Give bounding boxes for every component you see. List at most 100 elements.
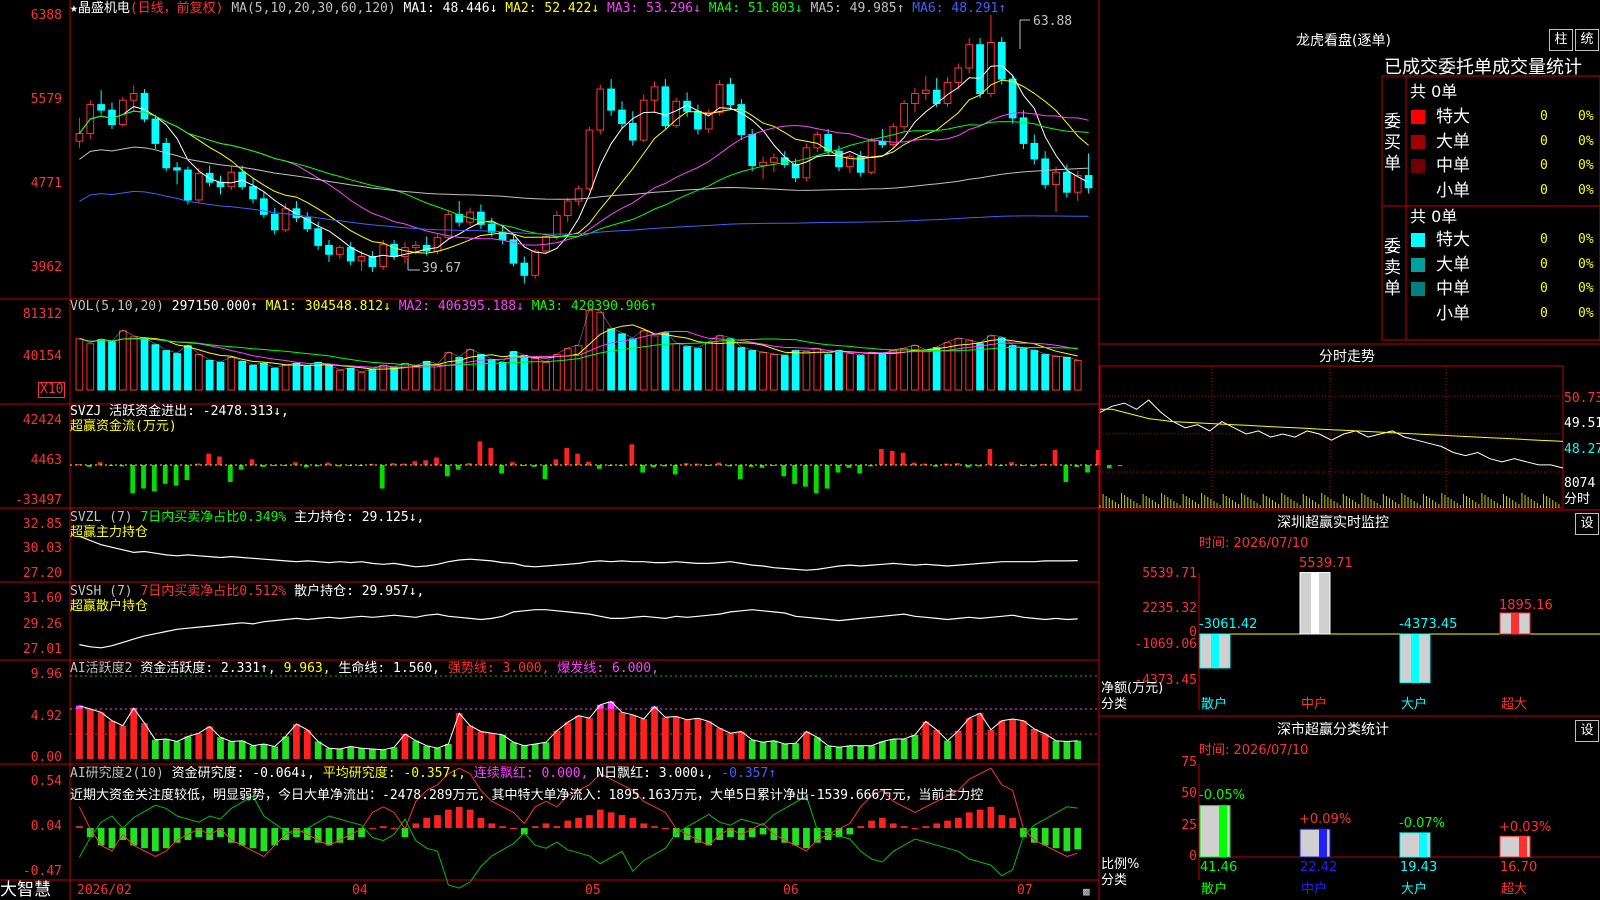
sell_rows-swatch-0 [1411, 233, 1425, 247]
buy_rows-count-2: 0 [1540, 158, 1548, 173]
candle-0 [75, 132, 84, 142]
svzj-bar-52 [640, 465, 646, 473]
sell_rows-pct-3: 0% [1578, 305, 1594, 321]
ai1-bar-20 [293, 724, 300, 759]
ai1-bar-58 [705, 721, 713, 759]
sz-monitor-settings-button[interactable]: 设 [1575, 513, 1599, 535]
buy_rows-name-0: 特大 [1436, 107, 1470, 127]
lock-icon[interactable]: ▩ [1083, 884, 1090, 900]
ai1-bar-73 [868, 745, 875, 759]
date-tick-may: 05 [585, 883, 601, 898]
candle-82 [965, 44, 974, 69]
ai2-bar-72 [857, 826, 865, 828]
vol-bar-61 [737, 347, 746, 391]
sell_rows-count-3: 0 [1540, 305, 1548, 321]
svzj-bar-61 [737, 465, 743, 480]
x10-button[interactable]: X10 [38, 382, 66, 398]
svsh-subtitle: 超赢散户持仓 [70, 599, 149, 614]
date-tick-jun: 06 [783, 883, 799, 898]
buy_rows-name-1: 大单 [1436, 131, 1470, 152]
buy_rows-swatch-0 [1411, 110, 1425, 124]
ai2-bar-79 [933, 823, 941, 828]
buy_rows-pct-3: 0% [1578, 182, 1594, 198]
ai2-bar-34 [444, 809, 452, 828]
ai1-line-seg-3: 生命线: 1.560, [338, 661, 448, 676]
vol-bar-36 [466, 349, 474, 391]
svzj-bar-39 [499, 465, 504, 474]
vol-bar-21 [303, 365, 312, 391]
ai2-bar-90 [1052, 828, 1060, 849]
svzj-bar-44 [553, 459, 559, 465]
bar-toggle-button[interactable]: 柱 [1549, 29, 1573, 51]
vol-bar-24 [335, 369, 344, 391]
candle-18 [270, 213, 279, 231]
ai1-bar-67 [803, 731, 810, 759]
sell-orders-label: 委卖单 [1384, 237, 1401, 299]
fl-stat-settings-button[interactable]: 设 [1575, 720, 1599, 742]
vol-bar-79 [932, 347, 941, 391]
ai1-bar-11 [195, 733, 203, 759]
ai2-bar-89 [1041, 828, 1049, 846]
ai2-bar-49 [607, 812, 615, 828]
ai2-bar-67 [803, 828, 810, 849]
sz_cats-3: 超大 [1501, 697, 1528, 712]
ai1-bar-60 [727, 733, 734, 759]
svzj-bar-55 [672, 465, 678, 475]
ai1-bar-17 [260, 744, 268, 759]
vol-bar-83 [976, 343, 984, 391]
ai2-bar-35 [455, 806, 463, 828]
ma-line-seg-2: MA2: 52.422↓ [505, 1, 608, 16]
candle-23 [325, 244, 333, 255]
candle-60 [726, 84, 735, 106]
candle-78 [921, 89, 930, 95]
ai1-bar-79 [933, 729, 941, 759]
svsh-line-seg-0: SVSH (7) [70, 584, 141, 599]
candle-52 [639, 99, 648, 141]
fl-stat-time: 时间: 2026/07/10 [1199, 743, 1309, 758]
candle-76 [900, 102, 908, 128]
kline-chart-canvas[interactable] [0, 0, 1600, 900]
vol-bar-72 [856, 355, 865, 391]
ai1-bar-88 [1030, 729, 1038, 759]
vol-bar-48 [596, 311, 605, 391]
ai1-bar-12 [206, 726, 214, 759]
svzj-bar-14 [227, 465, 233, 482]
ai2-bar-76 [900, 826, 908, 828]
ai2-bar-38 [488, 823, 496, 828]
svzj-bar-10 [184, 465, 190, 481]
candle-10 [184, 169, 192, 201]
candle-81 [954, 67, 963, 83]
svzj-bar-35 [455, 465, 461, 470]
svzj-bar-48 [596, 465, 602, 469]
candle-44 [553, 214, 561, 238]
star-icon[interactable]: ★ [70, 1, 78, 16]
ai1-bar-54 [662, 717, 669, 759]
ai1-bar-27 [369, 749, 376, 759]
fl_cats-3: 超大 [1501, 882, 1528, 897]
ai2-bar-51 [629, 817, 637, 828]
ma-line-seg-5: MA5: 49.985↑ [810, 1, 913, 16]
stat-toggle-button[interactable]: 统 [1575, 29, 1599, 51]
ai1-bar-18 [271, 746, 279, 759]
ai1-bar-15 [238, 740, 246, 759]
candle-77 [911, 93, 919, 104]
vol-bar-75 [889, 350, 898, 391]
svzj-indicator-line: SVZJ 活跃资金进出: -2478.313↓, [70, 404, 289, 420]
period-mode[interactable]: (日线，前复权) [130, 1, 224, 16]
vol-bar-38 [487, 359, 496, 391]
vol-bar-88 [1030, 350, 1039, 391]
sz-bar-core-0 [1211, 634, 1219, 668]
ai2-bar-3 [108, 828, 116, 849]
svsh-axis-top: 31.60 [22, 591, 62, 606]
ai1-bar-29 [390, 747, 398, 759]
candle-90 [1052, 171, 1060, 185]
ai1-bar-40 [510, 742, 517, 759]
price-axis-6388: 6388 [30, 8, 62, 23]
sz_vals-2: -4373.45 [1399, 617, 1458, 632]
candle-70 [835, 150, 843, 168]
fl_cats-2: 大户 [1401, 882, 1428, 897]
candle-33 [433, 237, 442, 252]
sell_rows-name-3: 小单 [1436, 303, 1470, 324]
svsh-axis-bottom: 27.01 [22, 642, 62, 657]
stock-header: ★晶盛机电(日线，前复权) MA(5,10,20,30,60,120) MA1:… [70, 1, 1006, 17]
